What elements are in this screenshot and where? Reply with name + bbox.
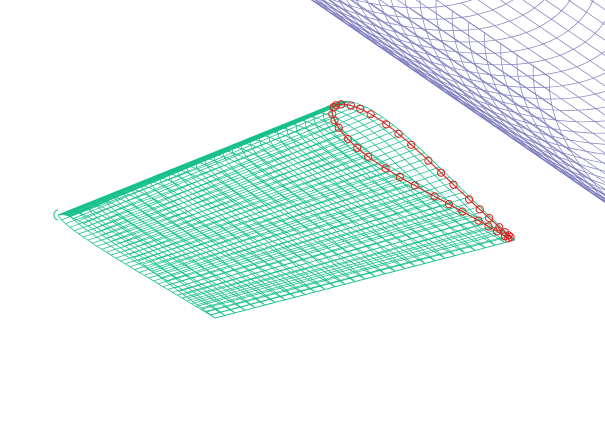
cad-viewport[interactable] xyxy=(0,0,605,421)
wing-tip-cap xyxy=(53,209,59,221)
fuselage-longitudinal-line xyxy=(415,0,550,92)
fuselage-ring-line xyxy=(500,43,605,203)
wing-spanwise-line xyxy=(61,117,334,221)
fuselage-longitudinal-line xyxy=(499,0,605,72)
fuselage-ring-line xyxy=(355,0,605,155)
wing-spanwise-line xyxy=(115,169,396,259)
wing-mesh xyxy=(53,100,516,319)
fuselage-ring-line xyxy=(366,0,605,164)
wing-spanwise-line xyxy=(92,113,378,230)
wing-spanwise-line xyxy=(191,222,487,305)
fuselage-ring-line xyxy=(435,0,605,195)
wireframe-scene xyxy=(53,0,605,319)
fuselage-longitudinal-line xyxy=(544,0,605,41)
fuselage-longitudinal-line xyxy=(529,0,605,238)
fuselage-longitudinal-line xyxy=(477,0,605,87)
wing-chordwise-line xyxy=(57,214,216,319)
fuselage-ring-line xyxy=(318,0,605,100)
wing-chordwise-line xyxy=(57,214,216,319)
fuselage-longitudinal-line xyxy=(444,5,605,116)
fuselage-ring-line xyxy=(484,32,605,203)
fuselage-ring-line xyxy=(467,21,605,201)
